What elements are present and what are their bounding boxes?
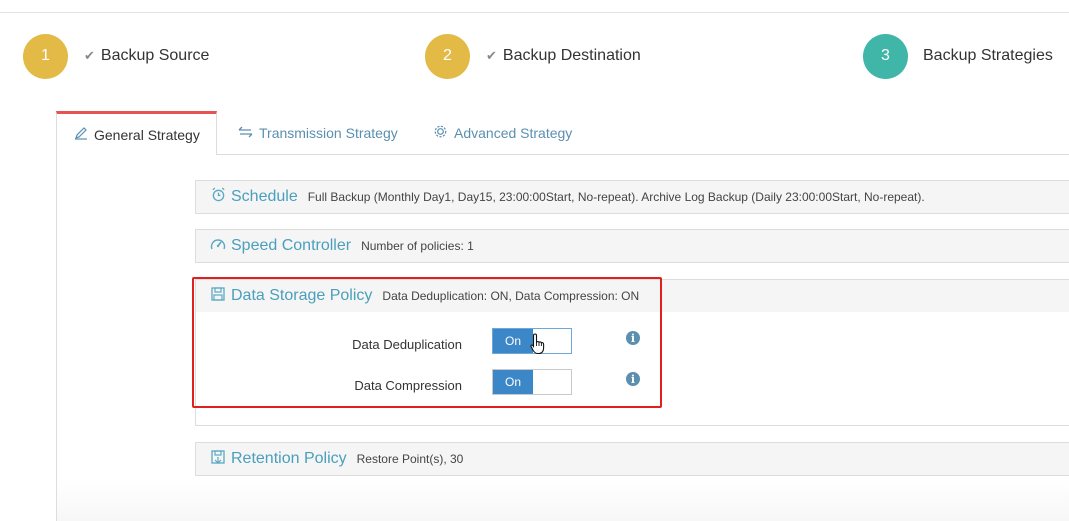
checkmark-icon: ✔ [486,48,497,63]
tab-transmission-strategy[interactable]: Transmission Strategy [238,111,398,155]
tabs-divider [216,154,1069,155]
section-title: Retention Policy [231,450,347,467]
strategy-tabs: General Strategy Transmission Strategy A… [56,111,1069,155]
section-summary: Restore Point(s), 30 [356,452,464,466]
alarm-clock-icon [210,187,226,207]
wizard-step-backup-strategies[interactable]: 3 Backup Strategies [863,33,1053,79]
step-number-badge: 3 [863,33,908,79]
section-summary: Full Backup (Monthly Day1, Day15, 23:00:… [307,190,925,204]
backup-wizard-page: 1 ✔ Backup Source 2 ✔ Backup Destination… [0,0,1069,521]
tab-advanced-strategy[interactable]: Advanced Strategy [433,111,572,155]
section-summary: Number of policies: 1 [361,239,474,253]
top-divider [0,12,1069,13]
transfer-arrows-icon [238,125,253,141]
step-label: Backup Source [100,47,210,64]
section-title: Speed Controller [231,237,352,254]
step-number-badge: 1 [23,33,68,79]
tab-label: Advanced Strategy [454,125,573,141]
hand-cursor-icon [530,333,546,360]
step-number-badge: 2 [425,33,470,79]
gear-icon [433,124,448,142]
edit-icon [74,126,88,143]
content-pane-border [56,155,57,521]
section-title: Schedule [231,188,298,205]
floppy-save-icon [210,449,226,469]
speed-controller-section-header[interactable]: Speed Controller Number of policies: 1 [195,229,1069,263]
tab-label: Transmission Strategy [259,125,398,141]
retention-section-header[interactable]: Retention Policy Restore Point(s), 30 [195,442,1069,476]
checkmark-icon: ✔ [84,48,95,63]
wizard-step-backup-destination[interactable]: 2 ✔ Backup Destination [425,33,641,79]
schedule-section-header[interactable]: Schedule Full Backup (Monthly Day1, Day1… [195,180,1069,214]
step-label: Backup Destination [502,47,641,64]
wizard-step-backup-source[interactable]: 1 ✔ Backup Source [23,33,210,79]
highlight-box [192,277,662,408]
step-label: Backup Strategies [923,47,1053,64]
speedometer-icon [210,237,226,256]
tab-label: General Strategy [94,126,200,143]
content-bottom-area [57,478,1069,521]
tab-general-strategy[interactable]: General Strategy [56,111,217,155]
